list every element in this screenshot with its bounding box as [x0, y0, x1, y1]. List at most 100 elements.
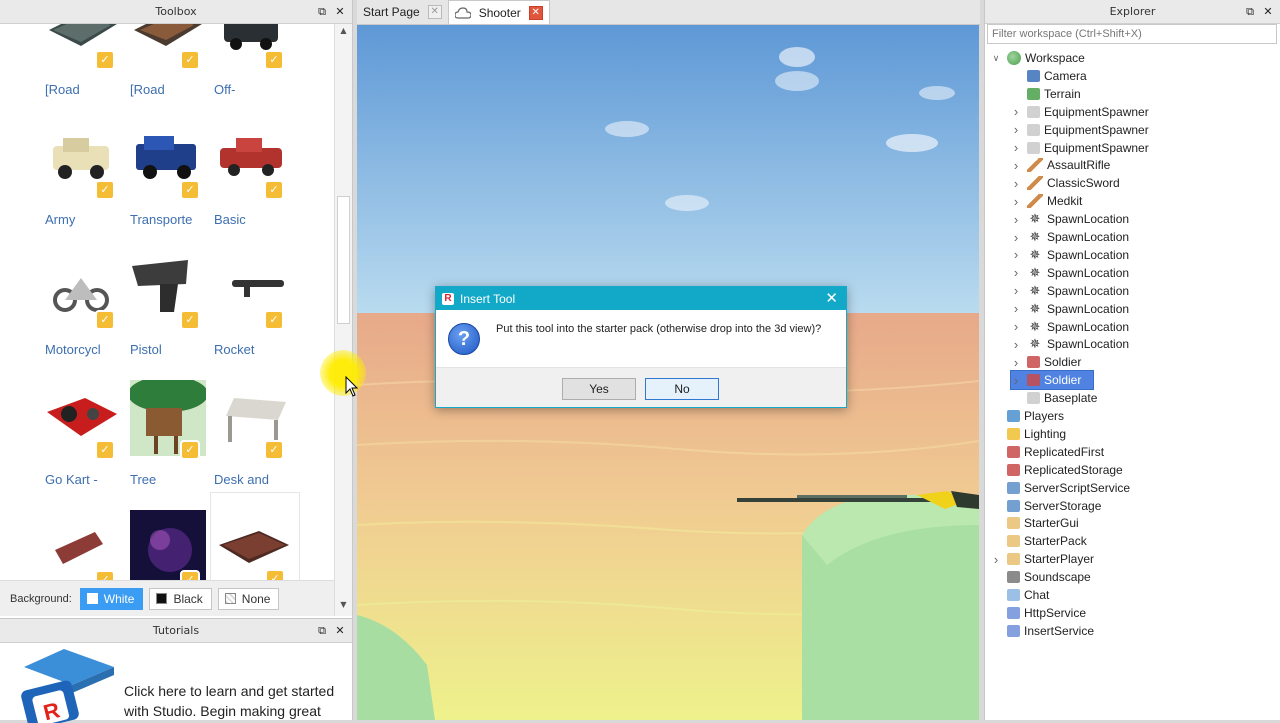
- tree-item-label: Chat: [1024, 588, 1050, 602]
- tree-item[interactable]: InsertService: [991, 622, 1106, 640]
- tree-item[interactable]: › ✵ SpawnLocation: [1011, 300, 1141, 318]
- scroll-thumb[interactable]: [337, 196, 350, 324]
- toolbox-scrollbar[interactable]: ▲ ▼: [334, 24, 352, 616]
- tree-item-label: SpawnLocation: [1047, 319, 1130, 334]
- background-white-button[interactable]: White: [79, 587, 144, 610]
- tree-item[interactable]: HttpService: [991, 604, 1098, 622]
- tree-item[interactable]: › EquipmentSpawner: [1011, 103, 1161, 121]
- tree-item[interactable]: ReplicatedStorage: [991, 461, 1135, 479]
- yes-button[interactable]: Yes: [562, 378, 636, 400]
- chevron-right-icon[interactable]: ›: [1011, 337, 1021, 352]
- scroll-down-icon[interactable]: ▼: [335, 600, 352, 614]
- tree-item[interactable]: › Soldier: [1011, 353, 1093, 371]
- chevron-right-icon[interactable]: ›: [1011, 140, 1021, 155]
- replicated-icon: [1007, 445, 1020, 458]
- tree-item[interactable]: ServerStorage: [991, 497, 1113, 515]
- folder-icon: [1007, 517, 1020, 530]
- tree-item[interactable]: › EquipmentSpawner: [1011, 121, 1161, 139]
- chevron-right-icon[interactable]: ›: [991, 552, 1001, 567]
- no-button[interactable]: No: [645, 378, 719, 400]
- tree-item[interactable]: Camera: [1011, 67, 1099, 85]
- tree-item[interactable]: › ✵ SpawnLocation: [1011, 228, 1141, 246]
- mouse-pointer-icon: [345, 376, 359, 397]
- toolbox-item[interactable]: ✓ Army: [45, 120, 129, 240]
- tree-item[interactable]: Chat: [991, 586, 1061, 604]
- tab-start-page-label: Start Page: [363, 5, 420, 19]
- tree-item[interactable]: Lighting: [991, 425, 1078, 443]
- chevron-right-icon[interactable]: ›: [1011, 247, 1021, 262]
- tutorials-panel[interactable]: Tutorials ⧉ ✕ R Click here to learn and …: [0, 618, 353, 723]
- chevron-right-icon[interactable]: ›: [1011, 176, 1021, 191]
- tree-item[interactable]: › ✵ SpawnLocation: [1011, 210, 1141, 228]
- tree-item[interactable]: StarterGui: [991, 514, 1091, 532]
- chevron-down-icon[interactable]: ∨: [991, 53, 1001, 64]
- toolbox-item[interactable]: ✓ Tree: [130, 380, 214, 500]
- float-panel-icon[interactable]: ⧉: [316, 6, 328, 18]
- tree-item[interactable]: ServerScriptService: [991, 479, 1142, 497]
- chevron-right-icon[interactable]: ›: [1011, 319, 1021, 334]
- toolbox-item[interactable]: ✓: [45, 510, 129, 580]
- explorer-filter-input[interactable]: Filter workspace (Ctrl+Shift+X): [987, 24, 1277, 44]
- toolbox-item[interactable]: ✓ Pistol: [130, 250, 214, 370]
- toolbox-item[interactable]: ✓ Rocket: [214, 250, 298, 370]
- toolbox-item-hovered[interactable]: ✓: [210, 492, 300, 580]
- tree-item[interactable]: › ✵ SpawnLocation: [1011, 246, 1141, 264]
- tree-item[interactable]: › Medkit: [1011, 192, 1094, 210]
- toolbox-item[interactable]: ✓ [Road: [45, 24, 129, 110]
- tree-item[interactable]: Players: [991, 407, 1076, 425]
- tree-item[interactable]: StarterPack: [991, 532, 1099, 550]
- chevron-right-icon[interactable]: ›: [1011, 265, 1021, 280]
- chevron-right-icon[interactable]: ›: [1011, 373, 1021, 388]
- chevron-right-icon[interactable]: ›: [1011, 158, 1021, 173]
- tree-item[interactable]: › EquipmentSpawner: [1011, 139, 1161, 157]
- toolbox-item[interactable]: ✓ Transporte: [130, 120, 214, 240]
- toolbox-item[interactable]: ✓: [130, 510, 214, 580]
- service-icon: [1007, 606, 1020, 619]
- chevron-right-icon[interactable]: ›: [1011, 122, 1021, 137]
- chevron-right-icon[interactable]: ›: [1011, 301, 1021, 316]
- chevron-right-icon[interactable]: ›: [1011, 104, 1021, 119]
- float-panel-icon[interactable]: ⧉: [316, 625, 328, 637]
- close-icon[interactable]: ✕: [825, 289, 838, 307]
- tree-item[interactable]: Baseplate: [1011, 389, 1109, 407]
- background-black-button[interactable]: Black: [149, 587, 212, 610]
- close-icon[interactable]: ✕: [334, 625, 346, 637]
- tab-start-page[interactable]: Start Page ✕: [357, 0, 448, 24]
- tree-item[interactable]: ReplicatedFirst: [991, 443, 1116, 461]
- toolbox-item[interactable]: ✓ Off-: [214, 24, 298, 110]
- float-panel-icon[interactable]: ⧉: [1244, 6, 1256, 18]
- tree-item[interactable]: › ✵ SpawnLocation: [1011, 264, 1141, 282]
- toolbox-item[interactable]: ✓ Motorcycl: [45, 250, 129, 370]
- close-icon[interactable]: ✕: [427, 5, 442, 19]
- spawn-icon: ✵: [1029, 229, 1041, 244]
- toolbox-item[interactable]: ✓ [Road: [130, 24, 214, 110]
- tree-item[interactable]: › ✵ SpawnLocation: [1011, 282, 1141, 300]
- tree-item[interactable]: › AssaultRifle: [1011, 156, 1122, 174]
- tree-item[interactable]: › ✵ SpawnLocation: [1011, 335, 1141, 353]
- chevron-right-icon[interactable]: ›: [1011, 212, 1021, 227]
- tree-item[interactable]: › Soldier: [1009, 370, 1095, 391]
- close-icon[interactable]: ✕: [528, 5, 543, 20]
- chevron-right-icon[interactable]: ›: [1011, 230, 1021, 245]
- close-icon[interactable]: ✕: [1262, 6, 1274, 18]
- spawn-icon: ✵: [1029, 282, 1041, 298]
- chevron-right-icon[interactable]: ›: [1011, 355, 1021, 370]
- toolbox-item[interactable]: ✓ Go Kart -: [45, 380, 129, 500]
- scroll-up-icon[interactable]: ▲: [335, 26, 352, 40]
- tree-item[interactable]: › StarterPlayer: [991, 550, 1106, 568]
- tree-item[interactable]: Soundscape: [991, 568, 1103, 586]
- close-icon[interactable]: ✕: [334, 6, 346, 18]
- tree-item[interactable]: › ✵ SpawnLocation: [1011, 318, 1141, 336]
- toolbox-grid: ✓ [Road ✓ [Road ✓ Off- ✓ Army ✓ Transpor…: [0, 24, 334, 580]
- toolbox-item[interactable]: ✓ Desk and: [214, 380, 298, 500]
- tab-shooter[interactable]: Shooter ✕: [447, 0, 550, 24]
- chevron-right-icon[interactable]: ›: [1011, 194, 1021, 209]
- background-none-button[interactable]: None: [217, 587, 280, 610]
- tree-item[interactable]: › ClassicSword: [1011, 174, 1132, 192]
- tree-item[interactable]: ∨ Workspace: [991, 49, 1097, 67]
- part-icon: [1027, 141, 1040, 154]
- toolbox-item[interactable]: ✓ Basic: [214, 120, 298, 240]
- tree-item[interactable]: Terrain: [1011, 85, 1093, 103]
- chevron-right-icon[interactable]: ›: [1011, 283, 1021, 298]
- tutorials-link[interactable]: Click here to learn and get started with…: [124, 681, 350, 721]
